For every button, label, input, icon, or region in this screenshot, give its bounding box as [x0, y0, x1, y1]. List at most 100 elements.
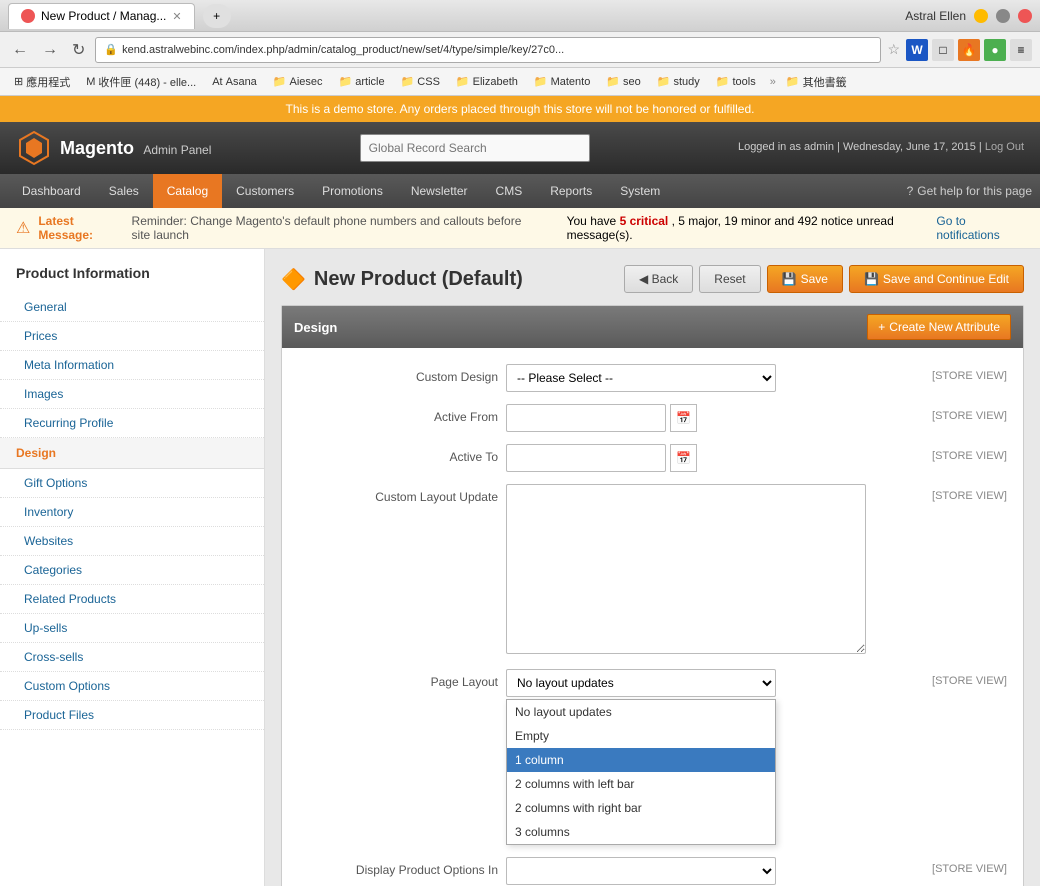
bookmark-apps[interactable]: ⊞ 應用程式 [8, 72, 76, 92]
sidebar-item-images[interactable]: Images [0, 380, 264, 409]
nav-help[interactable]: ? Get help for this page [907, 184, 1032, 198]
nav-dashboard[interactable]: Dashboard [8, 174, 95, 208]
bookmark-aiesec[interactable]: 📁 Aiesec [267, 73, 329, 90]
sidebar-item-gift-options[interactable]: Gift Options [0, 469, 264, 498]
new-tab-button[interactable]: + [203, 4, 231, 28]
browser-nav-icons: W □ 🔥 ● ≡ [906, 39, 1032, 61]
active-to-field: 📅 [506, 444, 916, 472]
bookmark-css[interactable]: 📁 CSS [395, 73, 446, 90]
notification-link[interactable]: Go to notifications [936, 214, 1024, 242]
form-body: Custom Design -- Please Select -- [STORE… [282, 348, 1023, 886]
active-from-row: Active From 📅 [STORE VIEW] [298, 404, 1007, 432]
page-layout-label: Page Layout [298, 669, 498, 689]
bookmark-asana[interactable]: At Asana [206, 74, 263, 90]
custom-layout-store-view: [STORE VIEW] [932, 484, 1007, 502]
sidebar-item-categories[interactable]: Categories [0, 556, 264, 585]
bookmark-gmail[interactable]: M 收件匣 (448) - elle... [80, 72, 202, 92]
bookmark-elizabeth[interactable]: 📁 Elizabeth [450, 73, 524, 90]
bookmark-seo[interactable]: 📁 seo [600, 73, 646, 90]
back-nav-button[interactable]: ← [8, 39, 32, 61]
nav-icon-circle[interactable]: ● [984, 39, 1006, 61]
product-icon: 🔶 [281, 267, 306, 292]
active-from-field: 📅 [506, 404, 916, 432]
save-button[interactable]: 💾 Save [767, 265, 843, 293]
sidebar-item-product-files[interactable]: Product Files [0, 701, 264, 730]
nav-reports[interactable]: Reports [536, 174, 606, 208]
custom-design-select[interactable]: -- Please Select -- [506, 364, 776, 392]
nav-newsletter[interactable]: Newsletter [397, 174, 482, 208]
dropdown-option-2col-right[interactable]: 2 columns with right bar [507, 796, 775, 820]
sidebar-item-meta-information[interactable]: Meta Information [0, 351, 264, 380]
bookmark-article[interactable]: 📁 article [333, 73, 391, 90]
plus-icon: + [878, 320, 885, 334]
sidebar-item-design[interactable]: Design [0, 438, 264, 469]
page-layout-dropdown: No layout updates Empty 1 column 2 colum… [506, 699, 776, 845]
magento-logo: Magento Admin Panel [16, 130, 211, 166]
sidebar-item-general[interactable]: General [0, 293, 264, 322]
bookmark-tools[interactable]: 📁 tools [710, 73, 762, 90]
custom-design-label: Custom Design [298, 364, 498, 384]
reset-button[interactable]: Reset [699, 265, 760, 293]
sidebar-title: Product Information [0, 265, 264, 293]
dropdown-option-empty[interactable]: Empty [507, 724, 775, 748]
custom-layout-label: Custom Layout Update [298, 484, 498, 504]
active-to-row: Active To 📅 [STORE VIEW] [298, 444, 1007, 472]
sidebar-item-prices[interactable]: Prices [0, 322, 264, 351]
refresh-nav-button[interactable]: ↻ [68, 38, 89, 62]
nav-icon-monitor[interactable]: □ [932, 39, 954, 61]
sidebar-item-custom-options[interactable]: Custom Options [0, 672, 264, 701]
sidebar-item-websites[interactable]: Websites [0, 527, 264, 556]
nav-icon-menu[interactable]: ≡ [1010, 39, 1032, 61]
nav-icon-w[interactable]: W [906, 39, 928, 61]
sidebar-item-inventory[interactable]: Inventory [0, 498, 264, 527]
dropdown-option-1column[interactable]: 1 column [507, 748, 775, 772]
dropdown-option-no-layout[interactable]: No layout updates [507, 700, 775, 724]
page-layout-select[interactable]: No layout updates [506, 669, 776, 697]
active-to-label: Active To [298, 444, 498, 464]
address-bar[interactable]: 🔒 kend.astralwebinc.com/index.php/admin/… [95, 37, 881, 63]
more-bookmarks-icon[interactable]: » [770, 76, 776, 88]
magento-logo-icon [16, 130, 52, 166]
save-continue-edit-button[interactable]: 💾 Save and Continue Edit [849, 265, 1024, 293]
nav-icon-fire[interactable]: 🔥 [958, 39, 980, 61]
create-new-attribute-button[interactable]: + Create New Attribute [867, 314, 1011, 340]
bookmark-other[interactable]: 📁 其他書籤 [780, 72, 853, 92]
sidebar-item-up-sells[interactable]: Up-sells [0, 614, 264, 643]
dropdown-option-3col[interactable]: 3 columns [507, 820, 775, 844]
page-layout-select-wrap: No layout updates No layout updates Empt… [506, 669, 776, 845]
nav-sales[interactable]: Sales [95, 174, 153, 208]
sidebar-item-recurring-profile[interactable]: Recurring Profile [0, 409, 264, 438]
nav-cms[interactable]: CMS [482, 174, 537, 208]
dropdown-option-2col-left[interactable]: 2 columns with left bar [507, 772, 775, 796]
sidebar-item-related-products[interactable]: Related Products [0, 585, 264, 614]
bookmark-star-icon[interactable]: ☆ [887, 41, 900, 58]
nav-system[interactable]: System [606, 174, 674, 208]
logout-link[interactable]: Log Out [985, 141, 1024, 153]
main-content: Product Information General Prices Meta … [0, 249, 1040, 886]
browser-tab[interactable]: New Product / Manag... ✕ [8, 3, 195, 29]
restore-button[interactable] [996, 9, 1010, 23]
sidebar-item-cross-sells[interactable]: Cross-sells [0, 643, 264, 672]
custom-layout-row: Custom Layout Update [STORE VIEW] [298, 484, 1007, 657]
active-to-calendar-icon[interactable]: 📅 [670, 444, 697, 472]
forward-nav-button[interactable]: → [38, 39, 62, 61]
custom-layout-textarea[interactable] [506, 484, 866, 654]
global-search-input[interactable] [360, 134, 590, 162]
bookmark-matento[interactable]: 📁 Matento [528, 73, 596, 90]
active-to-input[interactable] [506, 444, 666, 472]
save-edit-icon: 💾 [864, 272, 879, 286]
page-area: 🔶 New Product (Default) ◀ Back Reset 💾 S… [265, 249, 1040, 886]
tab-close-icon[interactable]: ✕ [172, 10, 181, 23]
page-layout-row: Page Layout No layout updates No layout … [298, 669, 1007, 845]
back-button[interactable]: ◀ Back [624, 265, 693, 293]
bookmark-study[interactable]: 📁 study [651, 73, 706, 90]
page-header: 🔶 New Product (Default) ◀ Back Reset 💾 S… [281, 265, 1024, 293]
close-button[interactable] [1018, 9, 1032, 23]
minimize-button[interactable] [974, 9, 988, 23]
active-from-input[interactable] [506, 404, 666, 432]
tab-favicon [21, 9, 35, 23]
nav-catalog[interactable]: Catalog [153, 174, 222, 208]
nav-customers[interactable]: Customers [222, 174, 308, 208]
nav-promotions[interactable]: Promotions [308, 174, 397, 208]
active-from-calendar-icon[interactable]: 📅 [670, 404, 697, 432]
